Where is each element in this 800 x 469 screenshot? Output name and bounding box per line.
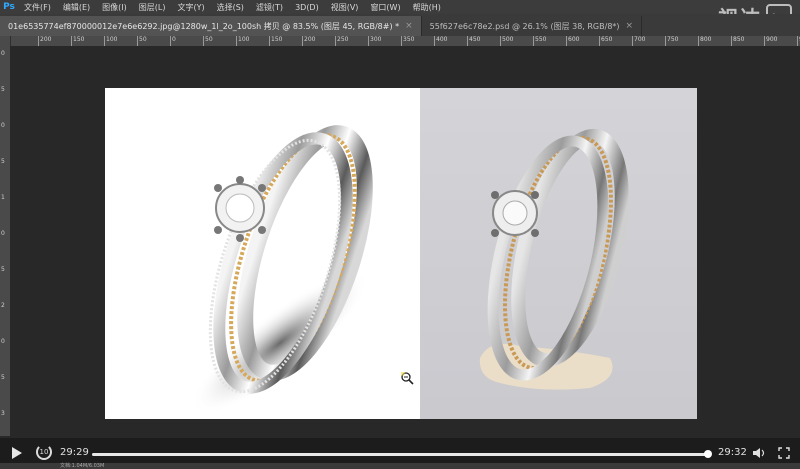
ruler-tick: [71, 36, 72, 46]
ruler-tick: [368, 36, 369, 46]
ruler-tick-label: 700: [634, 36, 646, 43]
ruler-tick: [599, 36, 600, 46]
ruler-tick-label: 1: [1, 194, 5, 201]
menu-bar: Ps 文件(F) 编辑(E) 图像(I) 图层(L) 文字(Y) 选择(S) 滤…: [0, 0, 800, 14]
ruler-tick: [764, 36, 765, 46]
ruler-tick: [533, 36, 534, 46]
ruler-tick: [137, 36, 138, 46]
ruler-tick: [698, 36, 699, 46]
menu-file[interactable]: 文件(F): [18, 2, 57, 13]
ruler-tick: [500, 36, 501, 46]
ruler-tick-label: 500: [502, 36, 514, 43]
zoom-cursor-icon: [401, 372, 414, 385]
ruler-tick-label: 5: [1, 86, 5, 93]
progress-handle[interactable]: [703, 450, 712, 458]
ruler-tick-label: 0: [1, 122, 5, 129]
ruler-tick-label: 0: [1, 230, 5, 237]
ruler-tick-label: 150: [73, 36, 85, 43]
ring-retouched-image: [105, 88, 420, 419]
ruler-tick-label: 650: [601, 36, 613, 43]
ruler-tick: [797, 36, 798, 46]
ruler-tick: [566, 36, 567, 46]
tab-document-2[interactable]: 55f627e6c78e2.psd @ 26.1% (图层 38, RGB/8*…: [422, 16, 643, 36]
close-icon[interactable]: ×: [405, 21, 413, 31]
ring-original-photo: [420, 88, 697, 419]
menu-layer[interactable]: 图层(L): [133, 2, 172, 13]
ruler-tick: [731, 36, 732, 46]
ruler-tick-label: 5: [1, 158, 5, 165]
ruler-tick-label: 3: [1, 410, 5, 417]
ruler-tick-label: 450: [469, 36, 481, 43]
canvas-area[interactable]: [10, 46, 800, 438]
ruler-tick: [632, 36, 633, 46]
ruler-tick: [38, 36, 39, 46]
ruler-tick-label: 550: [535, 36, 547, 43]
menu-select[interactable]: 选择(S): [211, 2, 250, 13]
menu-view[interactable]: 视图(V): [325, 2, 365, 13]
volume-icon[interactable]: [752, 447, 766, 459]
elapsed-time: 29:29: [60, 447, 89, 458]
ruler-tick-label: 150: [271, 36, 283, 43]
ruler-tick: [104, 36, 105, 46]
menu-image[interactable]: 图像(I): [96, 2, 133, 13]
ruler-tick-label: 2: [1, 302, 5, 309]
ruler-tick-label: 600: [568, 36, 580, 43]
ruler-tick: [401, 36, 402, 46]
ruler-tick-label: 750: [667, 36, 679, 43]
ruler-tick-label: 50: [205, 36, 213, 43]
ring-illustration: [191, 125, 373, 415]
ruler-tick-label: 50: [139, 36, 147, 43]
ruler-tick: [170, 36, 171, 46]
ruler-tick-label: 400: [436, 36, 448, 43]
ruler-tick-label: 900: [766, 36, 778, 43]
menu-help[interactable]: 帮助(H): [407, 2, 447, 13]
menu-edit[interactable]: 编辑(E): [57, 2, 96, 13]
fullscreen-icon[interactable]: [778, 447, 790, 459]
document-tab-bar: 01e6535774ef870000012e7e6e6292.jpg@1280w…: [0, 14, 800, 36]
ring-photo-illustration: [479, 128, 629, 390]
status-bar: 文档:1.04M/6.03M: [0, 463, 800, 469]
ruler-tick-label: 850: [733, 36, 745, 43]
tab-document-1[interactable]: 01e6535774ef870000012e7e6e6292.jpg@1280w…: [0, 16, 422, 36]
document-canvas[interactable]: [105, 88, 697, 419]
ruler-tick-label: 200: [40, 36, 52, 43]
ruler-tick-label: 200: [304, 36, 316, 43]
ruler-tick-label: 250: [337, 36, 349, 43]
menu-type[interactable]: 文字(Y): [171, 2, 210, 13]
ruler-tick-label: 0: [1, 50, 5, 57]
menu-filter[interactable]: 滤镜(T): [250, 2, 289, 13]
ruler-tick: [434, 36, 435, 46]
rewind-label: 10: [39, 448, 49, 456]
ruler-tick-label: 100: [106, 36, 118, 43]
ruler-tick: [665, 36, 666, 46]
progress-bar[interactable]: [92, 450, 712, 458]
ruler-tick-label: 300: [370, 36, 382, 43]
tab-label: 55f627e6c78e2.psd @ 26.1% (图层 38, RGB/8*…: [429, 21, 620, 31]
progress-fill: [92, 453, 708, 456]
close-icon[interactable]: ×: [626, 21, 634, 31]
ruler-tick-label: 800: [700, 36, 712, 43]
ruler-tick: [203, 36, 204, 46]
ruler-tick: [269, 36, 270, 46]
ruler-tick: [335, 36, 336, 46]
ruler-tick-label: 100: [238, 36, 250, 43]
ruler-tick-label: 5: [1, 266, 5, 273]
ruler-tick: [236, 36, 237, 46]
ruler-tick-label: 0: [1, 338, 5, 345]
ruler-tick: [302, 36, 303, 46]
rewind-10-icon[interactable]: 10: [36, 444, 52, 460]
ruler-tick: [467, 36, 468, 46]
tab-label: 01e6535774ef870000012e7e6e6292.jpg@1280w…: [8, 21, 400, 31]
play-icon[interactable]: [12, 447, 22, 459]
ruler-tick-label: 5: [1, 374, 5, 381]
menu-3d[interactable]: 3D(D): [289, 3, 325, 12]
ruler-tick-label: 350: [403, 36, 415, 43]
ruler-tick-label: 0: [172, 36, 176, 43]
menu-window[interactable]: 窗口(W): [364, 2, 406, 13]
photoshop-logo[interactable]: Ps: [0, 0, 18, 14]
total-time: 29:32: [718, 447, 747, 458]
